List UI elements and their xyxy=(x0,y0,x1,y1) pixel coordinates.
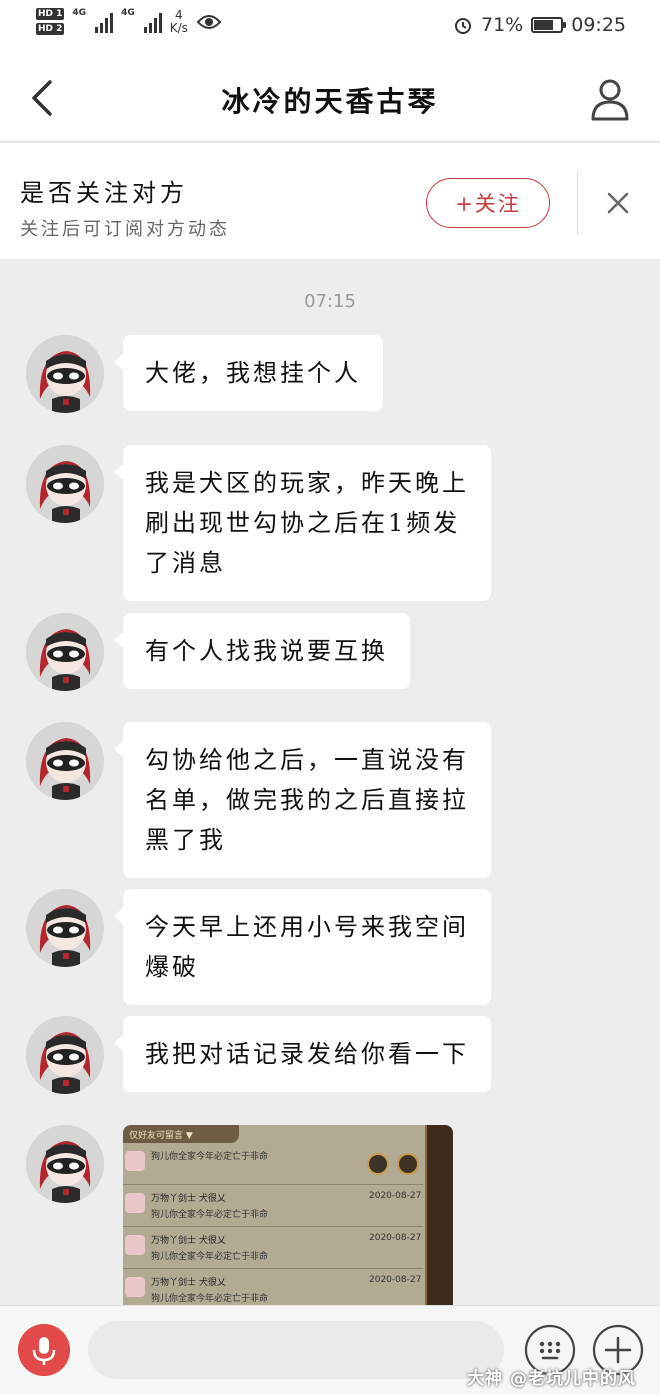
avatar-image xyxy=(26,722,104,800)
net-speed-unit: K/s xyxy=(169,20,188,35)
avatar-image xyxy=(26,613,104,691)
image-row: 狗儿你全家今年必定亡于非命 xyxy=(123,1143,423,1185)
message-bubble[interactable]: 大佬，我想挂个人 xyxy=(114,335,383,411)
image-row-name: 万物丫剑士 犬很乂 xyxy=(151,1194,226,1204)
hd2-badge: HD 2 xyxy=(36,23,65,35)
message-line: 爆破 xyxy=(145,953,199,981)
hd1-badge: HD 1 xyxy=(36,8,65,20)
message-bubble[interactable]: 有个人找我说要互换 xyxy=(114,613,410,689)
avatar[interactable] xyxy=(26,613,104,691)
hd-indicators: HD 1 HD 2 xyxy=(36,8,65,35)
follow-prompt-subtitle: 关注后可订阅对方动态 xyxy=(20,219,230,240)
message-bubble[interactable]: 我是犬区的玩家，昨天晚上 刷出现世勾协之后在1频发 了消息 xyxy=(114,445,491,601)
top-nav-bar: 冰冷的天香古琴 xyxy=(0,56,660,142)
user-icon[interactable] xyxy=(590,78,630,122)
follow-button[interactable]: +关注 xyxy=(426,178,550,228)
image-row-date: 2020-08-27 xyxy=(369,1233,422,1243)
avatar-image xyxy=(26,445,104,523)
status-left: HD 1 HD 2 4G 4G 4 K/s xyxy=(36,8,222,35)
battery-icon xyxy=(531,17,567,33)
signal2-icon xyxy=(143,11,162,33)
image-avatar xyxy=(125,1277,145,1297)
image-row-name: 万物丫剑士 犬很乂 xyxy=(151,1236,226,1246)
divider xyxy=(577,171,578,235)
image-message[interactable]: 仅好友可留言 ▼ 狗儿你全家今年必定亡于非命 万物丫剑士 犬很乂 2020-08… xyxy=(123,1125,453,1305)
message-input[interactable] xyxy=(88,1321,504,1379)
page-title: 冰冷的天香古琴 xyxy=(221,85,439,118)
message-text: 大佬，我想挂个人 xyxy=(145,359,361,387)
network1-label: 4G xyxy=(72,8,87,18)
avatar-image xyxy=(26,1125,104,1203)
avatar-image xyxy=(26,889,104,967)
image-row-date: 2020-08-27 xyxy=(369,1191,422,1201)
image-avatar xyxy=(125,1151,145,1171)
image-row-text: 狗儿你全家今年必定亡于非命 xyxy=(151,1152,269,1162)
message-bubble[interactable]: 我把对话记录发给你看一下 xyxy=(114,1016,491,1092)
chat-timestamp: 07:15 xyxy=(304,291,356,312)
image-row: 万物丫剑士 犬很乂 2020-08-27 狗儿你全家今年必定亡于非命 xyxy=(123,1269,423,1305)
clock: 09:25 xyxy=(571,14,626,36)
avatar[interactable] xyxy=(26,722,104,800)
alarm-icon xyxy=(455,18,471,34)
message-line: 勾协给他之后，一直说没有 xyxy=(145,746,469,774)
input-bar: 大神 @老坑儿中的风 xyxy=(0,1305,660,1394)
follow-prompt-banner: 是否关注对方 关注后可订阅对方动态 +关注 xyxy=(0,143,660,259)
microphone-icon[interactable] xyxy=(18,1324,70,1376)
follow-prompt-title: 是否关注对方 xyxy=(20,179,188,207)
net-speed: 4 K/s xyxy=(169,7,188,35)
message-line: 今天早上还用小号来我空间 xyxy=(145,913,469,941)
avatar[interactable] xyxy=(26,1125,104,1203)
battery-percent: 71% xyxy=(481,14,524,36)
signal1-icon xyxy=(95,11,114,33)
message-line: 名单，做完我的之后直接拉 xyxy=(145,786,469,814)
image-row-date: 2020-08-27 xyxy=(369,1275,422,1285)
message-text: 有个人找我说要互换 xyxy=(145,637,388,665)
status-bar: HD 1 HD 2 4G 4G 4 K/s 71% 09:25 xyxy=(0,0,660,56)
net-speed-value: 4 xyxy=(174,7,183,22)
status-right: 71% 09:25 xyxy=(453,14,626,36)
image-avatar xyxy=(125,1235,145,1255)
image-avatar xyxy=(125,1193,145,1213)
message-bubble[interactable]: 今天早上还用小号来我空间 爆破 xyxy=(114,889,491,1005)
image-row-name: 万物丫剑士 犬很乂 xyxy=(151,1278,226,1288)
image-row-text: 狗儿你全家今年必定亡于非命 xyxy=(151,1252,269,1262)
close-icon[interactable] xyxy=(598,183,638,223)
image-side-frame xyxy=(425,1125,453,1305)
message-line: 我是犬区的玩家，昨天晚上 xyxy=(145,469,469,497)
message-line: 黑了我 xyxy=(145,826,226,854)
chat-area[interactable]: 07:15 大佬，我想挂个人 我是犬区的玩家，昨天晚上 刷出现世勾协之后在1频发… xyxy=(0,259,660,1305)
eye-icon xyxy=(196,14,222,29)
message-text: 我把对话记录发给你看一下 xyxy=(145,1040,469,1068)
image-row: 万物丫剑士 犬很乂 2020-08-27 狗儿你全家今年必定亡于非命 xyxy=(123,1185,423,1227)
avatar[interactable] xyxy=(26,335,104,413)
image-row-text: 狗儿你全家今年必定亡于非命 xyxy=(151,1294,269,1304)
watermark: 大神 @老坑儿中的风 xyxy=(467,1369,636,1389)
message-line: 刷出现世勾协之后在1频发 xyxy=(145,509,461,537)
avatar-image xyxy=(26,335,104,413)
network2-label: 4G xyxy=(121,8,135,18)
avatar[interactable] xyxy=(26,1016,104,1094)
image-header: 仅好友可留言 ▼ xyxy=(123,1125,239,1143)
comment-icon xyxy=(397,1153,419,1175)
trash-icon xyxy=(367,1153,389,1175)
message-bubble[interactable]: 勾协给他之后，一直说没有 名单，做完我的之后直接拉 黑了我 xyxy=(114,722,491,878)
message-line: 了消息 xyxy=(145,549,226,577)
battery-fill xyxy=(534,20,553,30)
avatar[interactable] xyxy=(26,889,104,967)
image-row-text: 狗儿你全家今年必定亡于非命 xyxy=(151,1210,269,1220)
avatar[interactable] xyxy=(26,445,104,523)
image-row: 万物丫剑士 犬很乂 2020-08-27 狗儿你全家今年必定亡于非命 xyxy=(123,1227,423,1269)
avatar-image xyxy=(26,1016,104,1094)
